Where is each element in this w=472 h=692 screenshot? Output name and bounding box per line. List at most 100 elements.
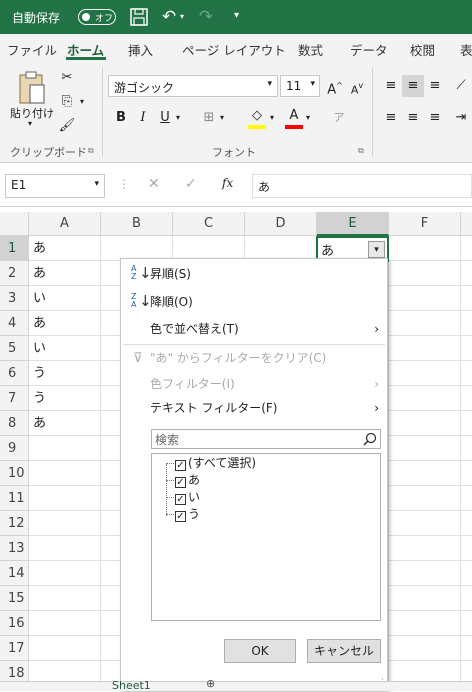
bold-button[interactable]: B xyxy=(110,107,132,129)
autosave-toggle[interactable]: オフ xyxy=(78,9,116,25)
list-item[interactable]: ✓ う xyxy=(175,506,200,523)
enter-icon[interactable]: ✓ xyxy=(185,176,197,192)
underline-dropdown-icon[interactable]: ▾ xyxy=(176,113,180,122)
align-right-icon: ≡ xyxy=(429,110,441,125)
row-header[interactable]: 7 xyxy=(0,386,29,411)
align-bottom-button[interactable]: ≡ xyxy=(424,75,446,97)
tab-data[interactable]: データ xyxy=(350,40,388,59)
cut-button[interactable]: ✂ xyxy=(56,67,78,89)
align-right-button[interactable]: ≡ xyxy=(424,107,446,129)
cell-a5[interactable]: い xyxy=(30,336,46,361)
menu-item-sort-by-color[interactable]: 色で並べ替え(T) › xyxy=(121,316,387,343)
formula-input[interactable]: あ xyxy=(252,174,472,198)
align-left-button[interactable]: ≡ xyxy=(380,107,402,129)
name-box[interactable]: E1 ▾ xyxy=(5,174,105,198)
cell-a1[interactable]: あ xyxy=(30,236,46,261)
filter-dropdown-button[interactable]: ▾ xyxy=(368,241,385,258)
row-header[interactable]: 5 xyxy=(0,336,29,361)
fill-color-button[interactable]: ◇ xyxy=(246,105,268,129)
italic-button[interactable]: I xyxy=(132,107,154,129)
tab-formulas[interactable]: 数式 xyxy=(298,40,323,59)
font-name-select[interactable]: 游ゴシック ▾ xyxy=(108,75,278,97)
customize-qat-icon[interactable]: ▾ xyxy=(234,10,239,21)
menu-item-sort-ascending[interactable]: A Z ↓ 昇順(S) xyxy=(121,261,387,288)
undo-dropdown-icon[interactable]: ▾ xyxy=(180,12,184,21)
column-header[interactable]: D xyxy=(245,212,317,236)
column-header[interactable]: A xyxy=(29,212,101,236)
cell-a4[interactable]: あ xyxy=(30,311,46,336)
copy-button[interactable]: ⎘ xyxy=(56,91,78,113)
checkbox[interactable]: ✓ xyxy=(175,460,186,471)
select-all-corner[interactable] xyxy=(0,212,29,236)
launcher-icon[interactable]: ⧉ xyxy=(88,146,94,156)
checkbox[interactable]: ✓ xyxy=(175,511,186,522)
row-header[interactable]: 8 xyxy=(0,411,29,436)
row-header[interactable]: 6 xyxy=(0,361,29,386)
row-header[interactable]: 9 xyxy=(0,436,29,461)
redo-button[interactable]: ↷ xyxy=(195,6,217,28)
shrink-font-button[interactable]: Av xyxy=(346,75,368,97)
align-top-button[interactable]: ≡ xyxy=(380,75,402,97)
indent-button[interactable]: ⇥ xyxy=(450,107,472,129)
tab-review[interactable]: 校閲 xyxy=(410,40,435,59)
cell-a7[interactable]: う xyxy=(30,386,46,411)
row-header[interactable]: 1 xyxy=(0,236,29,261)
phonetic-button[interactable]: ア xyxy=(328,107,350,129)
format-painter-button[interactable]: 🖌 xyxy=(56,115,78,137)
list-item-select-all[interactable]: ✓ (すべて選択) xyxy=(175,455,256,472)
align-middle-button[interactable]: ≡ xyxy=(402,75,424,97)
column-header[interactable]: B xyxy=(101,212,173,236)
menu-item-text-filter[interactable]: テキスト フィルター(F) › xyxy=(121,395,387,422)
row-header[interactable]: 17 xyxy=(0,636,29,661)
paste-dropdown-icon[interactable]: ▾ xyxy=(28,119,32,128)
cell-a2[interactable]: あ xyxy=(30,261,46,286)
row-header[interactable]: 12 xyxy=(0,511,29,536)
menu-item-sort-descending[interactable]: Z A ↓ 降順(O) xyxy=(121,289,387,316)
fill-dropdown-icon[interactable]: ▾ xyxy=(270,113,274,122)
underline-button[interactable]: U xyxy=(154,107,176,129)
launcher-icon[interactable]: ⧉ xyxy=(358,146,364,156)
cell-a8[interactable]: あ xyxy=(30,411,46,436)
sheet-tab[interactable]: Sheet1 xyxy=(112,679,151,692)
row-header[interactable]: 15 xyxy=(0,586,29,611)
ok-button[interactable]: OK xyxy=(224,639,296,663)
font-size-select[interactable]: 11 ▾ xyxy=(280,75,320,97)
column-header[interactable]: C xyxy=(173,212,245,236)
copy-dropdown-icon[interactable]: ▾ xyxy=(80,97,84,106)
column-header[interactable]: E xyxy=(317,212,389,236)
list-item[interactable]: ✓ あ xyxy=(175,472,200,489)
tab-insert[interactable]: 挿入 xyxy=(128,40,153,59)
cell-a3[interactable]: い xyxy=(30,286,46,311)
add-sheet-icon[interactable]: ⊕ xyxy=(206,677,215,690)
row-header[interactable]: 2 xyxy=(0,261,29,286)
row-header[interactable]: 10 xyxy=(0,461,29,486)
cancel-icon[interactable]: ✕ xyxy=(148,176,160,192)
tab-file[interactable]: ファイル xyxy=(7,40,57,59)
row-header[interactable]: 14 xyxy=(0,561,29,586)
column-header[interactable]: F xyxy=(389,212,461,236)
insert-function-icon[interactable]: fx xyxy=(222,176,233,190)
checkbox[interactable]: ✓ xyxy=(175,494,186,505)
row-header[interactable]: 3 xyxy=(0,286,29,311)
list-item[interactable]: ✓ い xyxy=(175,489,200,506)
checkbox[interactable]: ✓ xyxy=(175,477,186,488)
grow-font-button[interactable]: A^ xyxy=(324,75,346,97)
borders-button[interactable]: ⊞ xyxy=(198,107,220,129)
undo-button[interactable]: ↶ xyxy=(158,6,180,28)
orientation-button[interactable]: ⟋ xyxy=(450,75,472,97)
save-button[interactable] xyxy=(128,6,150,28)
search-input[interactable]: 検索 xyxy=(151,429,381,449)
row-header[interactable]: 16 xyxy=(0,611,29,636)
align-center-button[interactable]: ≡ xyxy=(402,107,424,129)
borders-dropdown-icon[interactable]: ▾ xyxy=(220,113,224,122)
list-item-label: (すべて選択) xyxy=(188,456,257,470)
tab-view[interactable]: 表 xyxy=(460,40,472,59)
font-color-dropdown-icon[interactable]: ▾ xyxy=(306,113,310,122)
cell-a6[interactable]: う xyxy=(30,361,46,386)
tab-page-layout[interactable]: ページ レイアウト xyxy=(182,40,286,59)
row-header[interactable]: 11 xyxy=(0,486,29,511)
row-header[interactable]: 13 xyxy=(0,536,29,561)
font-color-button[interactable]: A xyxy=(283,105,305,129)
row-header[interactable]: 4 xyxy=(0,311,29,336)
cancel-button[interactable]: キャンセル xyxy=(307,639,381,663)
